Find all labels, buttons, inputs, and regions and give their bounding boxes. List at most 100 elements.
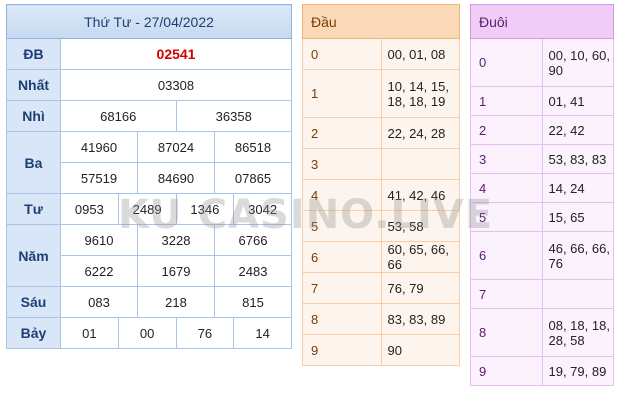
- duoi-row: 8 08, 18, 18, 28, 58: [470, 308, 614, 357]
- duoi-key: 3: [470, 144, 543, 174]
- duoi-row: 6 46, 66, 66, 76: [470, 231, 614, 280]
- duoi-values: 53, 83, 83: [541, 144, 614, 174]
- prize-number: 07865: [214, 162, 292, 194]
- prize-number: 2483: [214, 255, 292, 287]
- duoi-row: 4 14, 24: [470, 173, 614, 203]
- prize-number: 0953: [60, 193, 119, 225]
- dau-values: 10, 14, 15, 18, 18, 19: [380, 69, 460, 118]
- duoi-values: 14, 24: [541, 173, 614, 203]
- duoi-row: 2 22, 42: [470, 115, 614, 145]
- prize-number: 1679: [137, 255, 215, 287]
- dau-table: Đầu 0 00, 01, 08 1 10, 14, 15, 18, 18, 19 …: [302, 4, 460, 366]
- duoi-values: 08, 18, 18, 28, 58: [541, 308, 614, 357]
- dau-values: 60, 65, 66, 66: [380, 241, 460, 273]
- dau-row: 8 83, 83, 89: [302, 303, 460, 335]
- dau-values: 41, 42, 46: [380, 179, 460, 211]
- prize-number: 3228: [137, 224, 215, 256]
- prize-row-sixth: Sáu 083 218 815: [6, 286, 292, 318]
- prize-number: 57519: [60, 162, 138, 194]
- dau-row: 1 10, 14, 15, 18, 18, 19: [302, 69, 460, 118]
- dau-values: 83, 83, 89: [380, 303, 460, 335]
- prize-row-special: ĐB 02541: [6, 38, 292, 70]
- dau-values: 90: [380, 334, 460, 366]
- dau-key: 9: [302, 334, 382, 366]
- prize-row-fourth: Tư 0953 2489 1346 3042: [6, 193, 292, 225]
- dau-values: 76, 79: [380, 272, 460, 304]
- dau-values: [380, 148, 460, 180]
- dau-row: 2 22, 24, 28: [302, 117, 460, 149]
- prize-number: 68166: [60, 100, 177, 132]
- duoi-key: 5: [470, 202, 543, 232]
- duoi-values: [541, 279, 614, 309]
- prize-number: 6222: [60, 255, 138, 287]
- dau-key: 7: [302, 272, 382, 304]
- duoi-values: 15, 65: [541, 202, 614, 232]
- prize-number: 6766: [214, 224, 292, 256]
- dau-key: 8: [302, 303, 382, 335]
- prize-label: ĐB: [6, 38, 61, 70]
- dau-row: 0 00, 01, 08: [302, 38, 460, 70]
- prize-number: 218: [137, 286, 215, 318]
- duoi-row: 7: [470, 279, 614, 309]
- prize-number: 41960: [60, 131, 138, 163]
- dau-row: 7 76, 79: [302, 272, 460, 304]
- dau-row: 4 41, 42, 46: [302, 179, 460, 211]
- dau-header: Đầu: [302, 4, 460, 39]
- dau-values: 22, 24, 28: [380, 117, 460, 149]
- prize-label: Tư: [6, 193, 61, 225]
- duoi-row: 9 19, 79, 89: [470, 356, 614, 386]
- prize-label: Sáu: [6, 286, 61, 318]
- duoi-key: 1: [470, 86, 543, 116]
- prize-label: Bảy: [6, 317, 61, 349]
- duoi-key: 9: [470, 356, 543, 386]
- duoi-row: 5 15, 65: [470, 202, 614, 232]
- prize-number: 3042: [233, 193, 292, 225]
- prize-row-seventh: Bảy 01 00 76 14: [6, 317, 292, 349]
- prize-number: 2489: [117, 193, 177, 225]
- duoi-row: 0 00, 10, 60, 90: [470, 38, 614, 87]
- dau-key: 4: [302, 179, 382, 211]
- duoi-key: 2: [470, 115, 543, 145]
- duoi-table: Đuôi 0 00, 10, 60, 90 1 01, 41 2 22, 42 3 53…: [470, 4, 614, 386]
- prize-number: 00: [117, 317, 177, 349]
- dau-key: 0: [302, 38, 382, 70]
- duoi-row: 1 01, 41: [470, 86, 614, 116]
- duoi-values: 22, 42: [541, 115, 614, 145]
- duoi-row: 3 53, 83, 83: [470, 144, 614, 174]
- dau-key: 3: [302, 148, 382, 180]
- prize-number: 86518: [214, 131, 292, 163]
- dau-row: 5 53, 58: [302, 210, 460, 242]
- dau-values: 53, 58: [380, 210, 460, 242]
- prize-label: Năm: [6, 224, 61, 287]
- prize-number: 36358: [175, 100, 292, 132]
- prize-label: Ba: [6, 131, 61, 194]
- prize-number: 02541: [60, 38, 292, 70]
- prize-row-fifth: Năm 9610 3228 6766: [6, 224, 292, 287]
- prize-number: 01: [60, 317, 119, 349]
- duoi-key: 8: [470, 308, 543, 357]
- prize-number: 9610: [60, 224, 138, 256]
- prize-number: 87024: [137, 131, 215, 163]
- lottery-results-table: Thứ Tư - 27/04/2022 ĐB 02541 Nhất 03308 …: [6, 4, 292, 349]
- prize-row-second: Nhì 68166 36358: [6, 100, 292, 132]
- duoi-values: 46, 66, 66, 76: [541, 231, 614, 280]
- prize-number: 083: [60, 286, 138, 318]
- prize-number: 84690: [137, 162, 215, 194]
- duoi-key: 4: [470, 173, 543, 203]
- dau-row: 9 90: [302, 334, 460, 366]
- prize-row-third: Ba 41960 87024 86518: [6, 131, 292, 194]
- duoi-values: 19, 79, 89: [541, 356, 614, 386]
- prize-number: 14: [233, 317, 292, 349]
- prize-label: Nhất: [6, 69, 61, 101]
- duoi-header: Đuôi: [470, 4, 614, 39]
- dau-key: 1: [302, 69, 382, 118]
- prize-number: 76: [175, 317, 235, 349]
- dau-key: 2: [302, 117, 382, 149]
- prize-row-first: Nhất 03308: [6, 69, 292, 101]
- dau-key: 5: [302, 210, 382, 242]
- prize-number: 03308: [60, 69, 292, 101]
- dau-key: 6: [302, 241, 382, 273]
- duoi-values: 00, 10, 60, 90: [541, 38, 614, 87]
- dau-row: 6 60, 65, 66, 66: [302, 241, 460, 273]
- duoi-key: 0: [470, 38, 543, 87]
